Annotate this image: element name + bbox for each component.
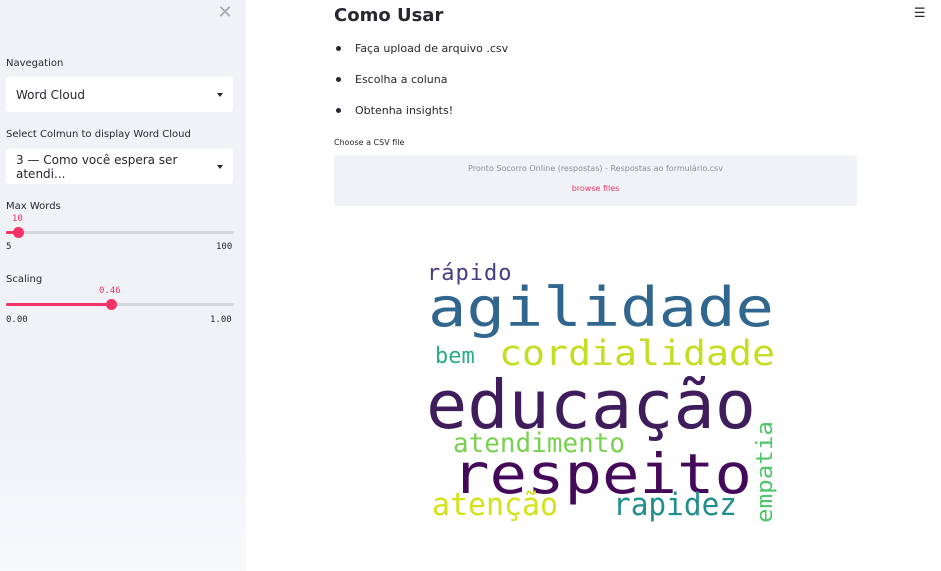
close-icon[interactable]: ✕ [216, 4, 234, 22]
scaling-slider-thumb[interactable] [105, 299, 117, 310]
scaling-slider-fill [6, 303, 111, 306]
max-words-min: 5 [6, 242, 12, 252]
navigation-select-value: Word Cloud [16, 87, 85, 102]
browse-files-link[interactable]: browse files [334, 184, 857, 193]
chevron-down-icon [217, 92, 223, 97]
navigation-label: Navegation [6, 58, 64, 69]
scaling-min: 0.00 [6, 315, 28, 325]
chevron-down-icon [217, 164, 223, 169]
page-title: Como Usar [334, 5, 444, 26]
word-empatia: empatia [753, 421, 778, 523]
scaling-label: Scaling [6, 274, 43, 285]
max-words-slider[interactable] [6, 227, 234, 238]
word-rapidez: rapidez [613, 487, 737, 523]
file-uploader-label: Choose a CSV file [334, 138, 405, 147]
file-dropzone[interactable]: Pronto Socorro Online (respostas) - Resp… [334, 155, 857, 206]
max-words-value: 10 [12, 214, 23, 224]
max-words-slider-thumb[interactable] [13, 227, 25, 238]
navigation-select[interactable]: Word Cloud [6, 77, 233, 112]
scaling-max: 1.00 [210, 315, 232, 325]
max-words-max: 100 [216, 242, 233, 252]
column-select-value: 3 — Como você espera ser atendi... [16, 152, 178, 181]
scaling-value: 0.46 [99, 286, 121, 296]
list-item: Obtenha insights! [334, 103, 508, 134]
word-cloud: rápido agilidade bem cordialidade educaç… [426, 261, 778, 523]
scaling-slider[interactable] [6, 299, 234, 310]
hamburger-menu-icon[interactable]: ☰ [914, 6, 926, 21]
list-item: Faça upload de arquivo .csv [334, 41, 508, 72]
max-words-label: Max Words [6, 201, 61, 212]
sidebar: ✕ Navegation Word Cloud Select Colmun to… [0, 0, 246, 571]
column-select[interactable]: 3 — Como você espera ser atendi... [6, 149, 233, 184]
uploaded-file-name: Pronto Socorro Online (respostas) - Resp… [468, 164, 723, 173]
list-item: Escolha a coluna [334, 72, 508, 103]
steps-list: Faça upload de arquivo .csv Escolha a co… [334, 41, 508, 134]
word-agilidade: agilidade [428, 276, 774, 339]
word-atencao: atenção [432, 487, 558, 523]
column-select-label: Select Colmun to display Word Cloud [6, 129, 191, 140]
